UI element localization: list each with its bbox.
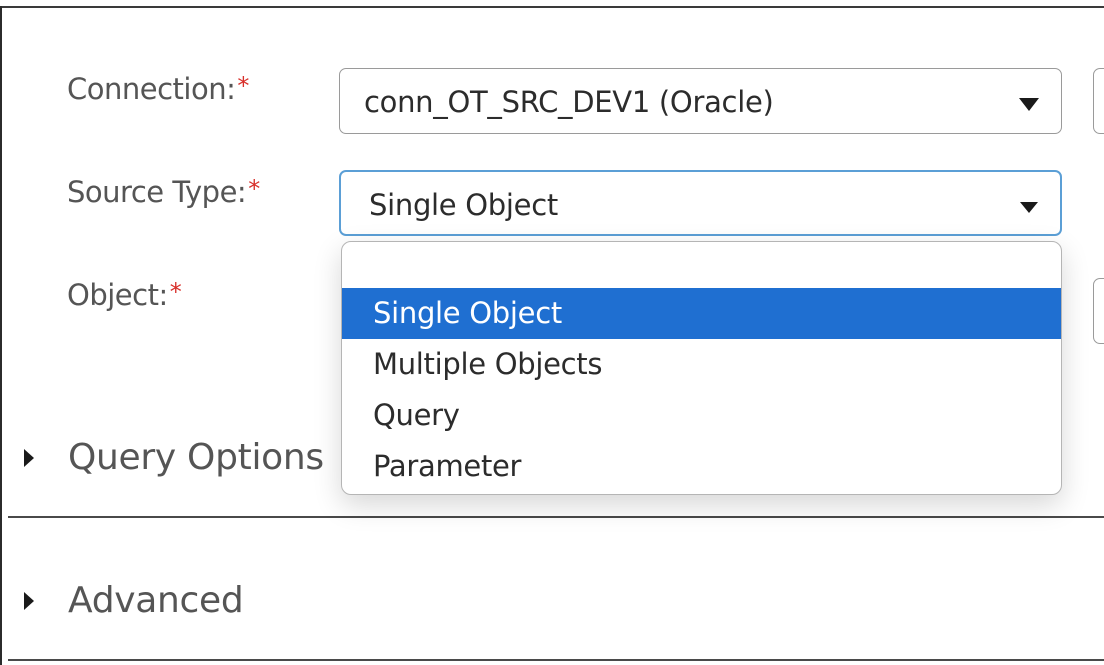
left-border	[0, 6, 2, 665]
chevron-down-icon	[1019, 98, 1039, 111]
connection-select[interactable]: conn_OT_SRC_DEV1 (Oracle)	[339, 68, 1062, 134]
required-asterisk: *	[169, 278, 182, 306]
caret-right-icon	[24, 591, 34, 610]
dropdown-option-multiple-objects[interactable]: Multiple Objects	[342, 339, 1061, 390]
dropdown-option-single-object[interactable]: Single Object	[342, 288, 1061, 339]
chevron-down-icon	[1020, 202, 1038, 213]
dropdown-option-empty[interactable]	[342, 242, 1061, 288]
advanced-title: Advanced	[68, 580, 244, 621]
connection-side-button[interactable]	[1093, 68, 1104, 134]
required-asterisk: *	[237, 72, 249, 100]
connection-select-value: conn_OT_SRC_DEV1 (Oracle)	[364, 85, 774, 119]
top-border	[0, 6, 1104, 8]
advanced-section-header[interactable]: Advanced	[24, 580, 244, 621]
source-type-select-value: Single Object	[369, 188, 558, 222]
required-asterisk: *	[248, 175, 260, 203]
bottom-divider	[8, 659, 1104, 661]
query-options-title: Query Options	[68, 437, 324, 478]
dropdown-option-query[interactable]: Query	[342, 390, 1061, 441]
source-type-label: Source Type:*	[67, 175, 260, 209]
section-divider	[8, 516, 1104, 518]
object-label-text: Object:	[67, 278, 168, 312]
object-label: Object:*	[67, 278, 182, 312]
query-options-section-header[interactable]: Query Options	[24, 437, 324, 478]
dropdown-option-parameter[interactable]: Parameter	[342, 441, 1061, 492]
connection-label-text: Connection:	[67, 72, 236, 106]
source-type-label-text: Source Type:	[67, 175, 247, 209]
object-side-button[interactable]	[1093, 278, 1104, 344]
connection-label: Connection:*	[67, 72, 249, 106]
source-type-dropdown-list: Single Object Multiple Objects Query Par…	[341, 241, 1062, 495]
source-type-select[interactable]: Single Object	[339, 170, 1062, 236]
caret-right-icon	[24, 448, 34, 467]
